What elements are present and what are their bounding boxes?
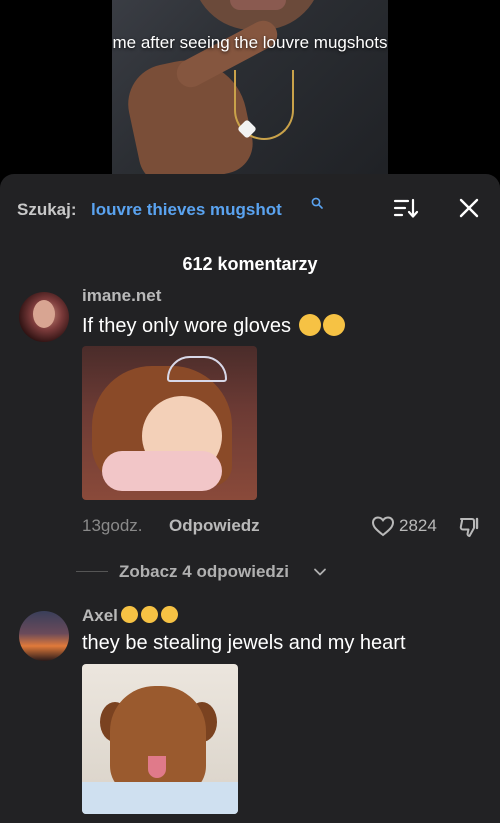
comment-search-bar[interactable]: Szukaj: louvre thieves mugshot — [0, 174, 500, 240]
comment-count: 612 komentarzy — [182, 254, 318, 274]
video-player[interactable]: me after seeing the louvre mugshots — [0, 0, 500, 190]
reply-button[interactable]: Odpowiedz — [169, 516, 260, 536]
gif-blanket — [82, 782, 238, 814]
avatar[interactable] — [19, 292, 69, 342]
avatar[interactable] — [19, 611, 69, 661]
chevron-down-icon[interactable] — [313, 565, 327, 579]
thumbs-down-icon[interactable] — [458, 515, 482, 539]
replies-divider — [76, 571, 108, 572]
smirking-cat-icon — [160, 606, 178, 623]
search-query-link[interactable]: louvre thieves mugshot — [91, 200, 282, 220]
comment-username[interactable]: Axel — [82, 606, 178, 626]
comment-timestamp: 13godz. — [82, 516, 143, 535]
video-lips — [230, 0, 286, 10]
comment-text: they be stealing jewels and my heart — [82, 632, 406, 654]
pensive-face-icon — [322, 314, 345, 336]
comments-sheet: Szukaj: louvre thieves mugshot 612 komen… — [0, 174, 500, 823]
comment-gif-image[interactable] — [82, 664, 238, 814]
video-frame — [112, 0, 388, 190]
heart-eyes-cat-icon — [140, 606, 158, 623]
view-replies-button[interactable]: Zobacz 4 odpowiedzi — [119, 562, 289, 582]
pensive-face-icon — [298, 314, 321, 336]
comment-username[interactable]: imane.net — [82, 286, 161, 306]
heart-icon[interactable] — [371, 515, 395, 537]
gif-tiara — [167, 356, 227, 382]
comment-gif-image[interactable] — [82, 346, 257, 500]
sort-icon[interactable] — [393, 197, 419, 219]
smirking-cat-icon — [120, 606, 138, 623]
close-icon[interactable] — [458, 197, 480, 219]
search-icon — [311, 197, 323, 209]
video-caption: me after seeing the louvre mugshots — [112, 33, 388, 52]
like-count: 2824 — [399, 516, 437, 535]
gif-arm — [102, 451, 222, 491]
gif-dog — [110, 686, 206, 796]
search-prefix-label: Szukaj: — [17, 200, 77, 219]
comment-text: If they only wore gloves — [82, 314, 345, 338]
gif-dog-tongue — [148, 756, 166, 778]
